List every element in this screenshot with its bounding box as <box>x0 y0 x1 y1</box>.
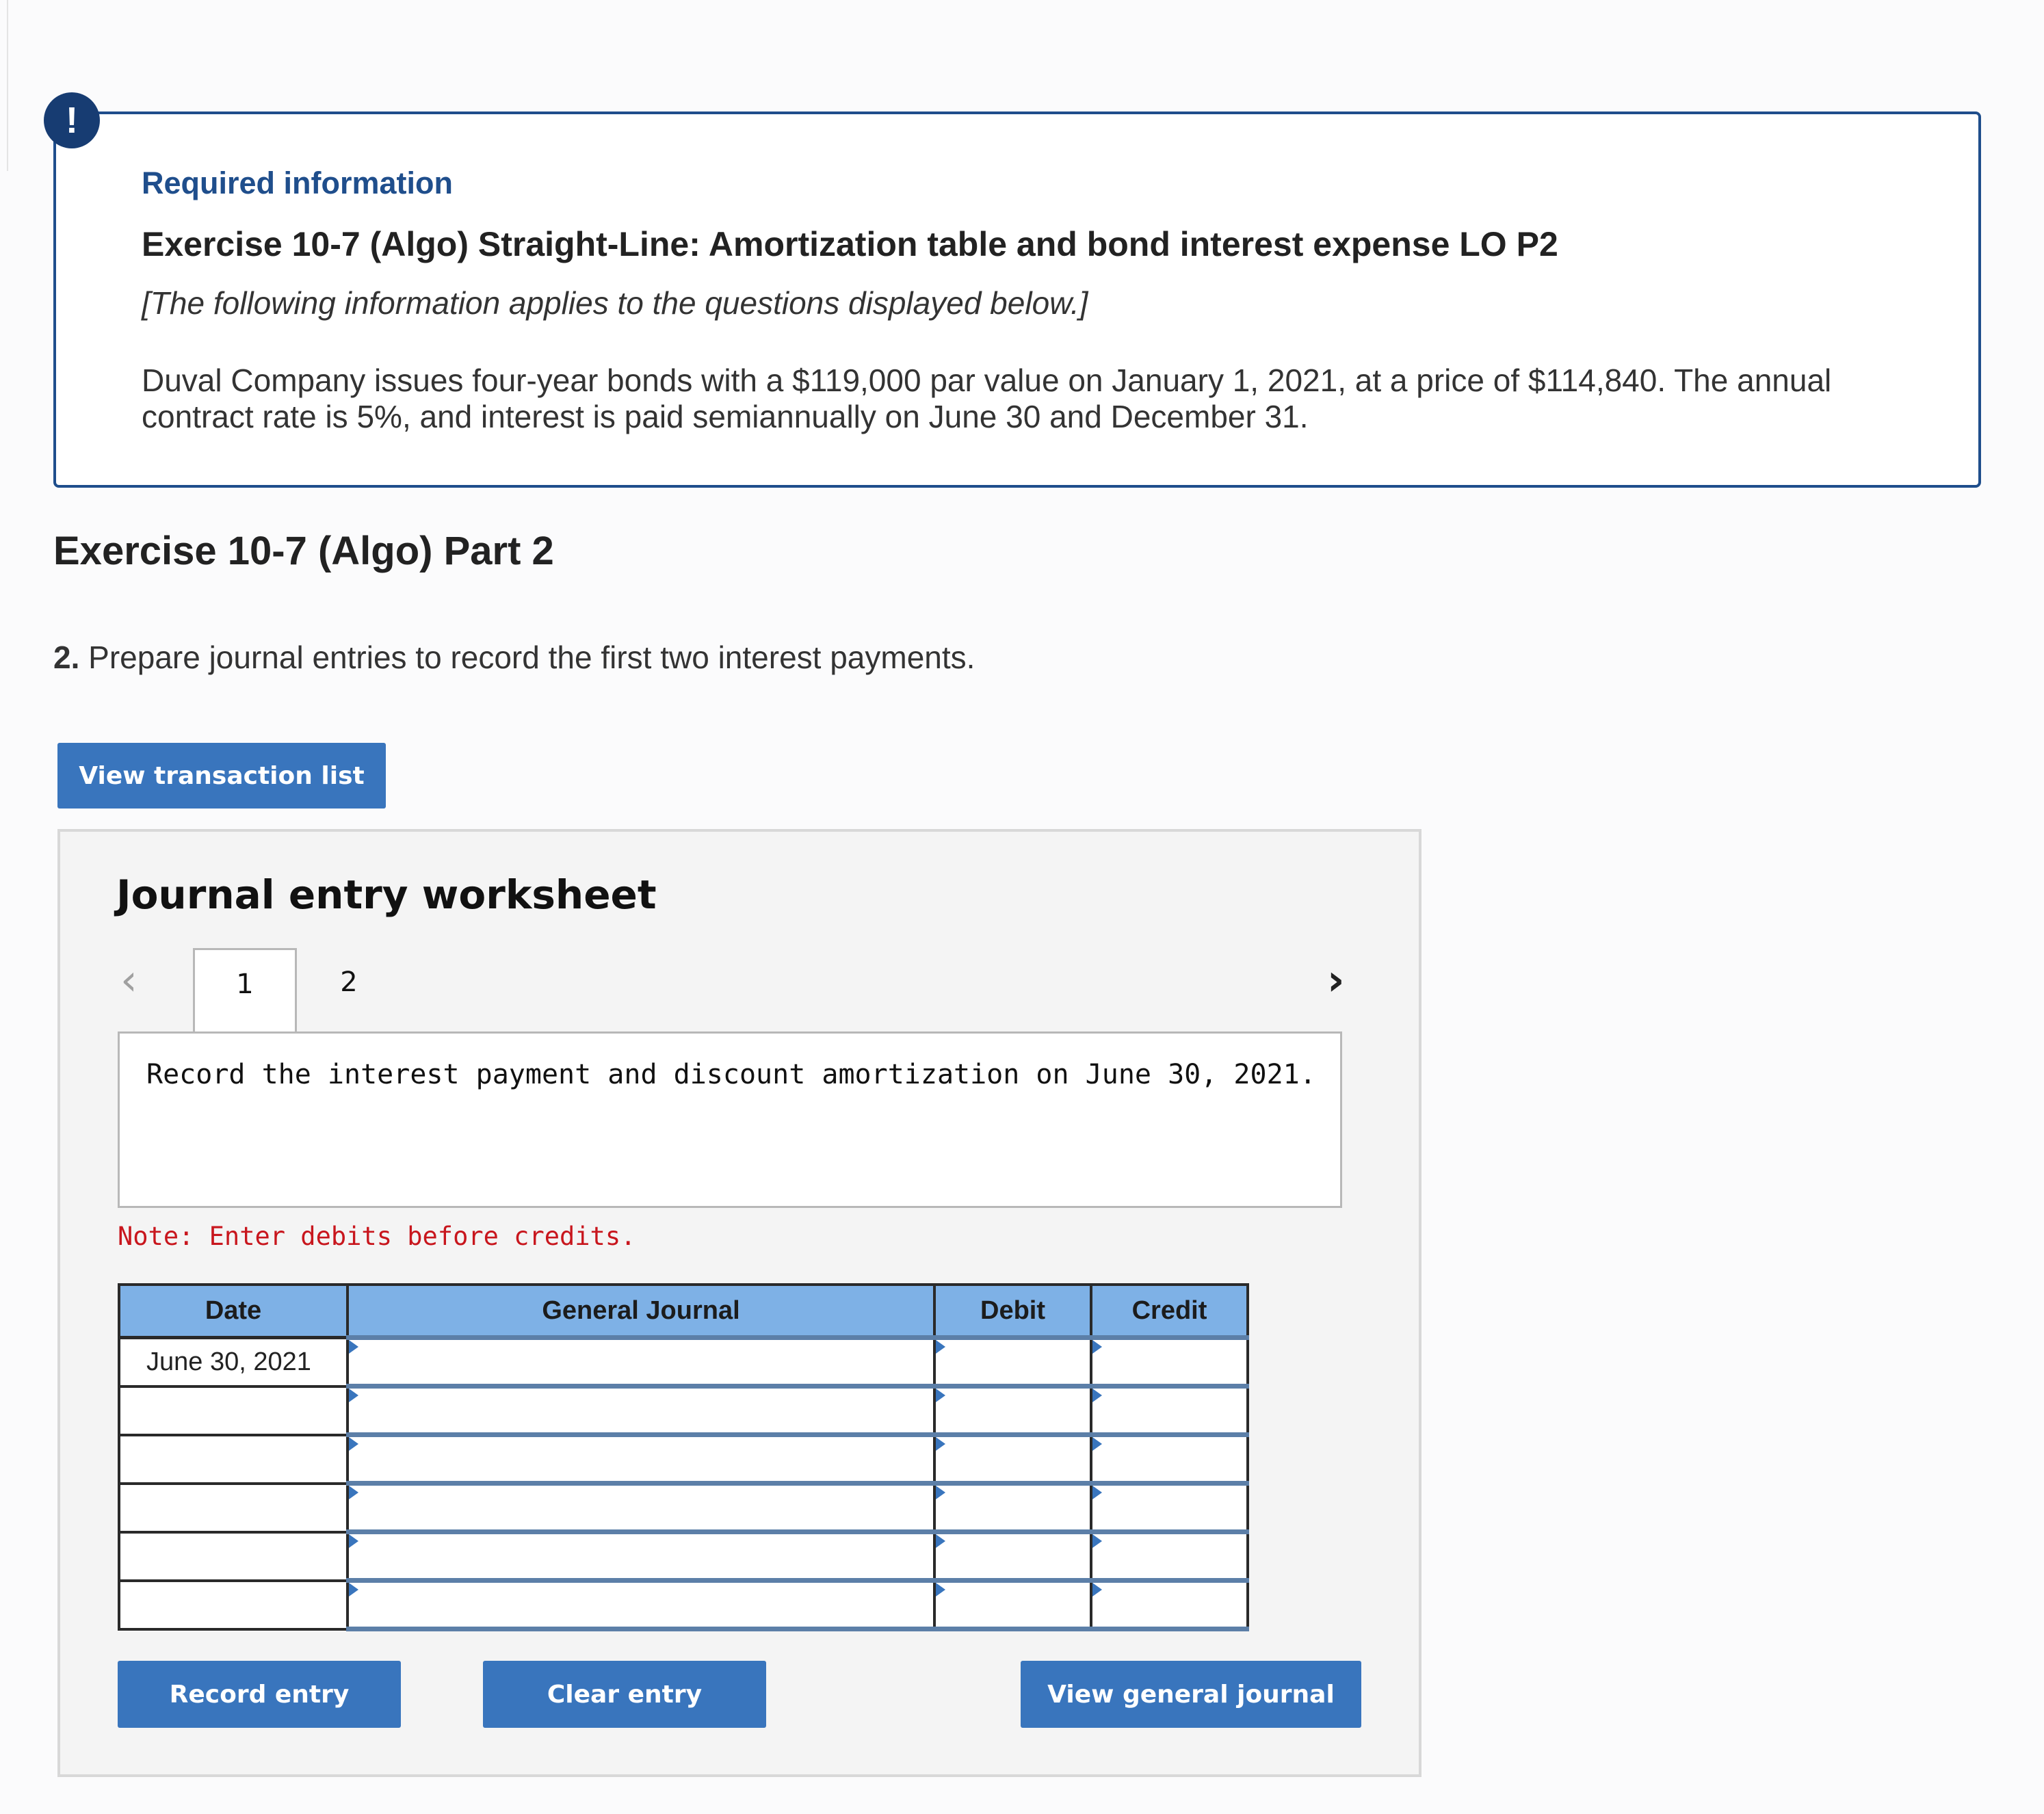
exercise-description: Duval Company issues four-year bonds wit… <box>142 363 1832 434</box>
chevron-left-icon[interactable]: ‹ <box>120 955 137 1005</box>
table-row <box>118 1481 1249 1534</box>
exercise-subtitle: [The following information applies to th… <box>142 285 1088 321</box>
account-input[interactable] <box>346 1578 936 1631</box>
debit-input[interactable] <box>933 1578 1092 1631</box>
date-cell[interactable] <box>118 1384 349 1436</box>
worksheet-title: Journal entry worksheet <box>116 871 657 918</box>
date-cell[interactable] <box>118 1530 349 1582</box>
view-transaction-list-button[interactable]: View transaction list <box>57 743 386 809</box>
debit-input[interactable] <box>933 1432 1092 1486</box>
dropdown-marker-icon <box>1092 1340 1102 1354</box>
dropdown-marker-icon <box>936 1389 945 1402</box>
exclamation-circle-icon: ! <box>44 92 100 148</box>
dropdown-marker-icon <box>349 1340 358 1354</box>
dropdown-marker-icon <box>1092 1389 1102 1402</box>
page: ! Required information Exercise 10-7 (Al… <box>0 0 2044 1814</box>
journal-table: Date General Journal Debit Credit June 3… <box>118 1283 1249 1631</box>
part-title: Exercise 10-7 (Algo) Part 2 <box>53 529 554 573</box>
credit-input[interactable] <box>1090 1335 1249 1389</box>
tab-entry-1[interactable]: 1 <box>193 948 297 1033</box>
debit-input[interactable] <box>933 1335 1092 1389</box>
credit-input[interactable] <box>1090 1384 1249 1437</box>
dropdown-marker-icon <box>349 1437 358 1451</box>
debit-input[interactable] <box>933 1529 1092 1583</box>
question-number: 2. <box>53 640 80 675</box>
dropdown-marker-icon <box>936 1534 945 1548</box>
instruction-text: Record the interest payment and discount… <box>146 1059 1316 1090</box>
tab-entry-2[interactable]: 2 <box>322 948 376 1016</box>
account-input[interactable] <box>346 1432 936 1486</box>
table-row <box>118 1384 1249 1437</box>
dropdown-marker-icon <box>349 1583 358 1596</box>
dropdown-marker-icon <box>349 1389 358 1402</box>
dropdown-marker-icon <box>349 1486 358 1499</box>
table-row <box>118 1578 1249 1631</box>
dropdown-marker-icon <box>936 1437 945 1451</box>
journal-header-row: Date General Journal Debit Credit <box>118 1283 1249 1339</box>
dropdown-marker-icon <box>936 1486 945 1499</box>
date-cell[interactable] <box>118 1482 349 1534</box>
column-header-date: Date <box>118 1283 349 1339</box>
dropdown-marker-icon <box>349 1534 358 1548</box>
required-information-label: Required information <box>142 166 454 200</box>
table-row <box>118 1432 1249 1486</box>
date-cell[interactable] <box>118 1579 349 1631</box>
view-general-journal-button[interactable]: View general journal <box>1021 1661 1361 1728</box>
debit-input[interactable] <box>933 1481 1092 1534</box>
instruction-box <box>118 1031 1342 1208</box>
table-row <box>118 1529 1249 1583</box>
clear-entry-button[interactable]: Clear entry <box>483 1661 766 1728</box>
dropdown-marker-icon <box>1092 1437 1102 1451</box>
dropdown-marker-icon <box>1092 1486 1102 1499</box>
account-input[interactable] <box>346 1335 936 1389</box>
account-input[interactable] <box>346 1384 936 1437</box>
question-body: Prepare journal entries to record the fi… <box>79 640 975 675</box>
column-header-debit: Debit <box>933 1283 1092 1339</box>
record-entry-button[interactable]: Record entry <box>118 1661 401 1728</box>
credit-input[interactable] <box>1090 1529 1249 1583</box>
table-row: June 30, 2021 <box>118 1335 1249 1389</box>
dropdown-marker-icon <box>1092 1583 1102 1596</box>
column-header-general-journal: General Journal <box>346 1283 936 1339</box>
credit-input[interactable] <box>1090 1432 1249 1486</box>
dropdown-marker-icon <box>1092 1534 1102 1548</box>
date-cell[interactable] <box>118 1433 349 1485</box>
dropdown-marker-icon <box>936 1340 945 1354</box>
credit-input[interactable] <box>1090 1481 1249 1534</box>
question-text: 2. Prepare journal entries to record the… <box>53 639 975 676</box>
exercise-title: Exercise 10-7 (Algo) Straight-Line: Amor… <box>142 225 1558 263</box>
account-input[interactable] <box>346 1481 936 1534</box>
account-input[interactable] <box>346 1529 936 1583</box>
dropdown-marker-icon <box>936 1583 945 1596</box>
date-cell[interactable]: June 30, 2021 <box>118 1336 349 1388</box>
debit-input[interactable] <box>933 1384 1092 1437</box>
credit-input[interactable] <box>1090 1578 1249 1631</box>
chevron-right-icon[interactable]: › <box>1327 955 1345 1005</box>
column-header-credit: Credit <box>1090 1283 1249 1339</box>
left-edge-divider <box>0 0 8 171</box>
debits-before-credits-note: Note: Enter debits before credits. <box>118 1222 636 1251</box>
